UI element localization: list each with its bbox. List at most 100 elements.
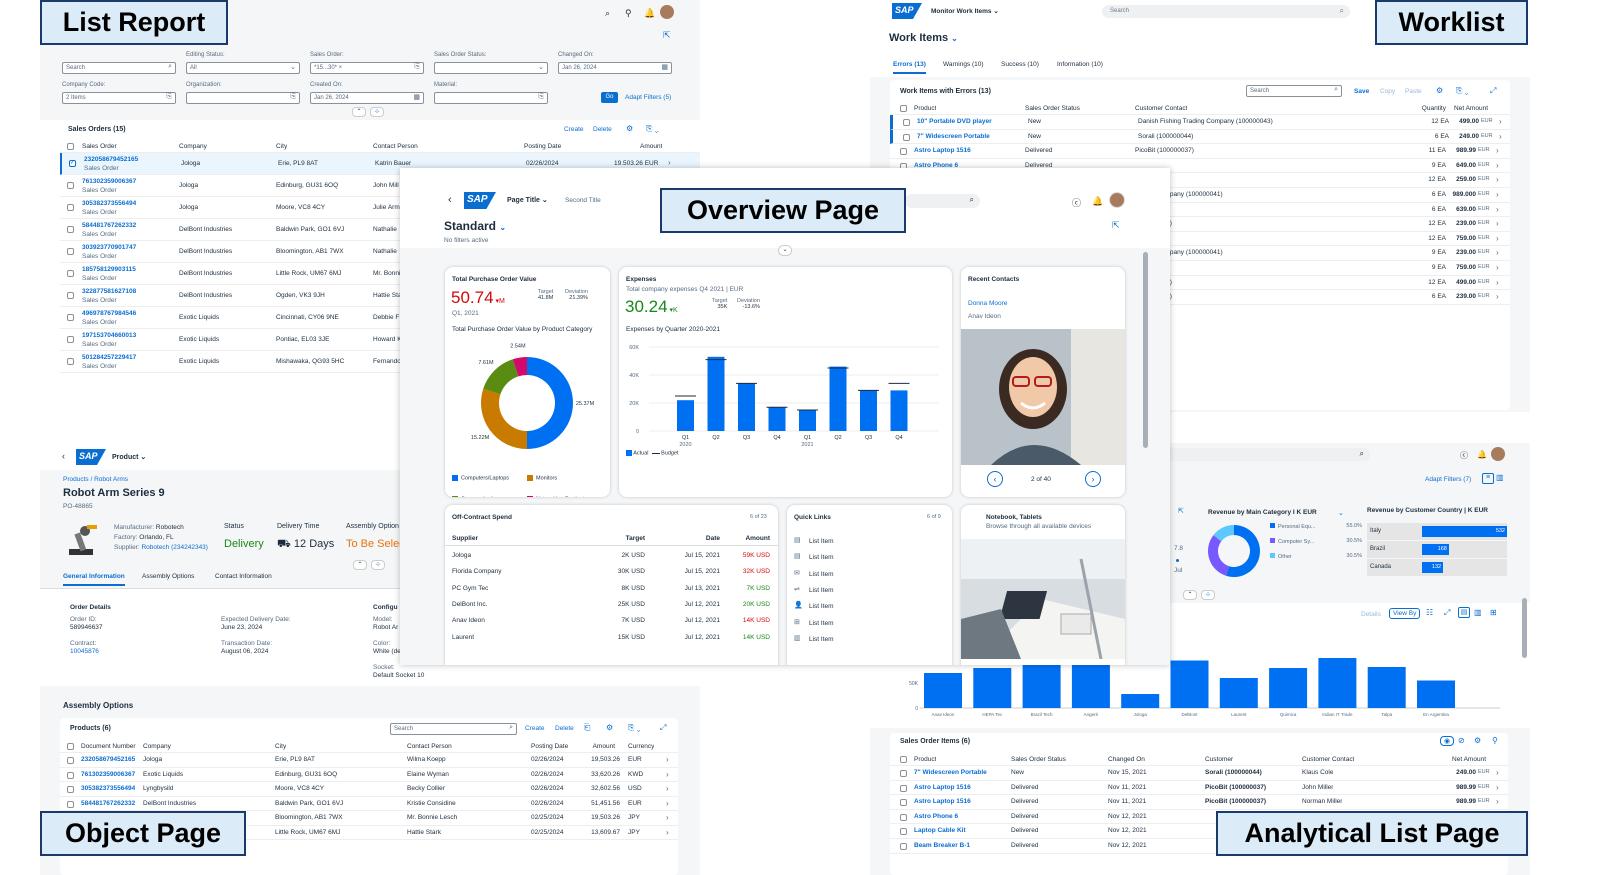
- scrollbar[interactable]: [1143, 252, 1148, 448]
- revenue-bar[interactable]: [1022, 660, 1061, 709]
- actual-bar[interactable]: [860, 390, 877, 431]
- hybrid-view-icon[interactable]: ▤: [1458, 607, 1470, 618]
- legend-icon[interactable]: ☷: [1426, 608, 1433, 617]
- actual-bar[interactable]: [768, 407, 786, 431]
- quick-link[interactable]: ▤ List Item: [787, 551, 952, 567]
- select-all-checkbox[interactable]: [900, 105, 907, 112]
- tab-1[interactable]: Warnings (10): [943, 61, 984, 68]
- column-header[interactable]: Net Amount: [1438, 756, 1486, 763]
- column-header[interactable]: Customer Contact: [1302, 756, 1354, 763]
- sales-order-link[interactable]: 496978767984546: [82, 310, 136, 317]
- search-field[interactable]: Search ⌕: [1102, 5, 1350, 18]
- sales-order-link[interactable]: 197153704660013: [82, 332, 136, 339]
- table-row[interactable]: Astro Laptop 1516 Delivered PicoBit (100…: [890, 144, 1510, 159]
- share-icon[interactable]: ⇱: [663, 30, 671, 41]
- pin-icon[interactable]: ⊹: [1201, 590, 1215, 600]
- product-link[interactable]: Astro Laptop 1516: [914, 798, 971, 805]
- settings-icon[interactable]: ⚙: [1436, 86, 1443, 95]
- collapse-header-button[interactable]: ⌃: [352, 107, 366, 117]
- column-header[interactable]: Net Amount: [1448, 105, 1488, 112]
- row-checkbox[interactable]: [900, 148, 907, 156]
- quick-link[interactable]: ✉ List Item: [787, 568, 952, 584]
- save-button[interactable]: Save: [1354, 88, 1369, 95]
- table-row[interactable]: 7" Widescreen Portable New Nov 15, 2021 …: [890, 766, 1508, 781]
- row-checkbox[interactable]: [67, 757, 74, 764]
- fullscreen-icon[interactable]: ⤢: [1490, 86, 1496, 96]
- row-checkbox[interactable]: [67, 336, 74, 343]
- hide-icon[interactable]: ⊘: [1458, 736, 1465, 745]
- link-icon[interactable]: ⚲: [1492, 736, 1498, 745]
- share-icon[interactable]: ⇱: [1112, 220, 1120, 231]
- quick-link[interactable]: ▤ List Item: [787, 535, 952, 551]
- export-icon[interactable]: ⎘ ⌄: [1456, 86, 1468, 96]
- table-row[interactable]: 761302359006367 Exotic Liquids Edinburg,…: [60, 768, 678, 782]
- product-link[interactable]: Laptop Cable Kit: [914, 827, 966, 834]
- legend-item[interactable]: Personal Equ... 55.0%: [1270, 523, 1362, 538]
- row-checkbox[interactable]: [67, 270, 74, 277]
- country-bar[interactable]: Brazil 168: [1367, 541, 1507, 558]
- view-by-button[interactable]: View By: [1389, 608, 1421, 619]
- adapt-filters-button[interactable]: Adapt Filters (7): [1425, 476, 1471, 483]
- details-button[interactable]: Details: [1361, 611, 1381, 618]
- show-icon[interactable]: ◉: [1440, 736, 1454, 746]
- export-icon[interactable]: ⎘ ⌄: [628, 723, 640, 733]
- expand-header-button[interactable]: ⌄: [778, 245, 792, 256]
- sales-order-link[interactable]: 303923770901747: [82, 244, 136, 251]
- collapse-header-button[interactable]: ⌃: [1183, 590, 1197, 600]
- actual-bar[interactable]: [677, 400, 694, 431]
- column-header[interactable]: Contact Person: [373, 143, 418, 150]
- adapt-filters-button[interactable]: Adapt Filters (5): [625, 94, 671, 101]
- revenue-bar[interactable]: [1121, 694, 1160, 708]
- pin-icon[interactable]: ⊹: [370, 107, 384, 117]
- paste-icon[interactable]: ⎗: [584, 723, 590, 733]
- country-bar[interactable]: Canada 132: [1367, 559, 1507, 576]
- column-header[interactable]: Sales Order: [82, 143, 117, 150]
- copy-button[interactable]: Copy: [1380, 88, 1395, 95]
- fullscreen-icon[interactable]: ⤢: [660, 723, 666, 733]
- select-all-checkbox[interactable]: [900, 756, 907, 763]
- document-link[interactable]: 305382373556494: [81, 785, 135, 792]
- row-checkbox[interactable]: [67, 182, 74, 189]
- row-checkbox[interactable]: [900, 799, 907, 807]
- column-header[interactable]: Quantity: [1410, 105, 1446, 112]
- delete-button[interactable]: Delete: [593, 126, 612, 133]
- row-checkbox[interactable]: [67, 314, 74, 321]
- anchor-tab-2[interactable]: Contact Information: [215, 573, 272, 580]
- revenue-bar[interactable]: [1367, 667, 1406, 708]
- spend-row[interactable]: Laurent 15K USD Jul 12, 2021 14K USD: [445, 631, 778, 647]
- sales-order-link[interactable]: 185758129903115: [82, 266, 136, 273]
- revenue-bar[interactable]: [1318, 658, 1357, 708]
- avatar[interactable]: [660, 5, 674, 19]
- page-title[interactable]: Work Items ⌄: [889, 32, 958, 44]
- settings-icon[interactable]: ⚙: [606, 723, 613, 732]
- row-checkbox[interactable]: [900, 784, 907, 792]
- actual-bar[interactable]: [738, 383, 755, 431]
- row-checkbox[interactable]: [900, 770, 907, 777]
- actual-bar[interactable]: [829, 366, 847, 431]
- anchor-tab-1[interactable]: Assembly Options: [142, 573, 194, 580]
- filter-input[interactable]: 2 Items ⎘: [62, 92, 176, 104]
- category-donut[interactable]: [1206, 523, 1262, 579]
- filter-input[interactable]: *15...30* × ⎘: [310, 62, 424, 74]
- legend-item[interactable]: Computer Sy... 30.5%: [1270, 538, 1362, 553]
- filter-input[interactable]: ⌄: [434, 62, 548, 74]
- actual-bar[interactable]: [890, 390, 908, 431]
- row-checkbox[interactable]: [903, 133, 910, 141]
- quick-link[interactable]: ⊞ List Item: [787, 617, 952, 633]
- filter-input[interactable]: Jan 26, 2024 ▦: [558, 62, 672, 74]
- legend-item[interactable]: Other 30.5%: [1270, 553, 1362, 568]
- search-icon[interactable]: ⌕: [605, 8, 610, 19]
- delete-button[interactable]: Delete: [555, 725, 574, 732]
- product-link[interactable]: Astro Phone 6: [914, 813, 958, 820]
- recent-contacts-card[interactable]: Recent Contacts Donna Moore Anav Ideon ‹…: [961, 267, 1125, 497]
- sales-order-link[interactable]: 232058679452165: [84, 156, 138, 163]
- revenue-bar[interactable]: [973, 668, 1012, 708]
- table-row[interactable]: 10" Portable DVD player New Danish Fishi…: [890, 115, 1510, 130]
- document-link[interactable]: 232058679452165: [81, 756, 135, 763]
- table-row[interactable]: 7" Widescreen Portable New Sorali (10000…: [890, 129, 1510, 145]
- anchor-tab-0[interactable]: General Information: [63, 573, 125, 586]
- donut-slice[interactable]: [527, 357, 573, 449]
- table-search-input[interactable]: Search ⌕: [1246, 85, 1342, 97]
- purchase-order-card[interactable]: Total Purchase Order Value 50.74 ▾M Q1, …: [445, 267, 610, 497]
- table-row[interactable]: 232058679452165 Jologa Erie, PL9 8AT Wil…: [60, 753, 678, 768]
